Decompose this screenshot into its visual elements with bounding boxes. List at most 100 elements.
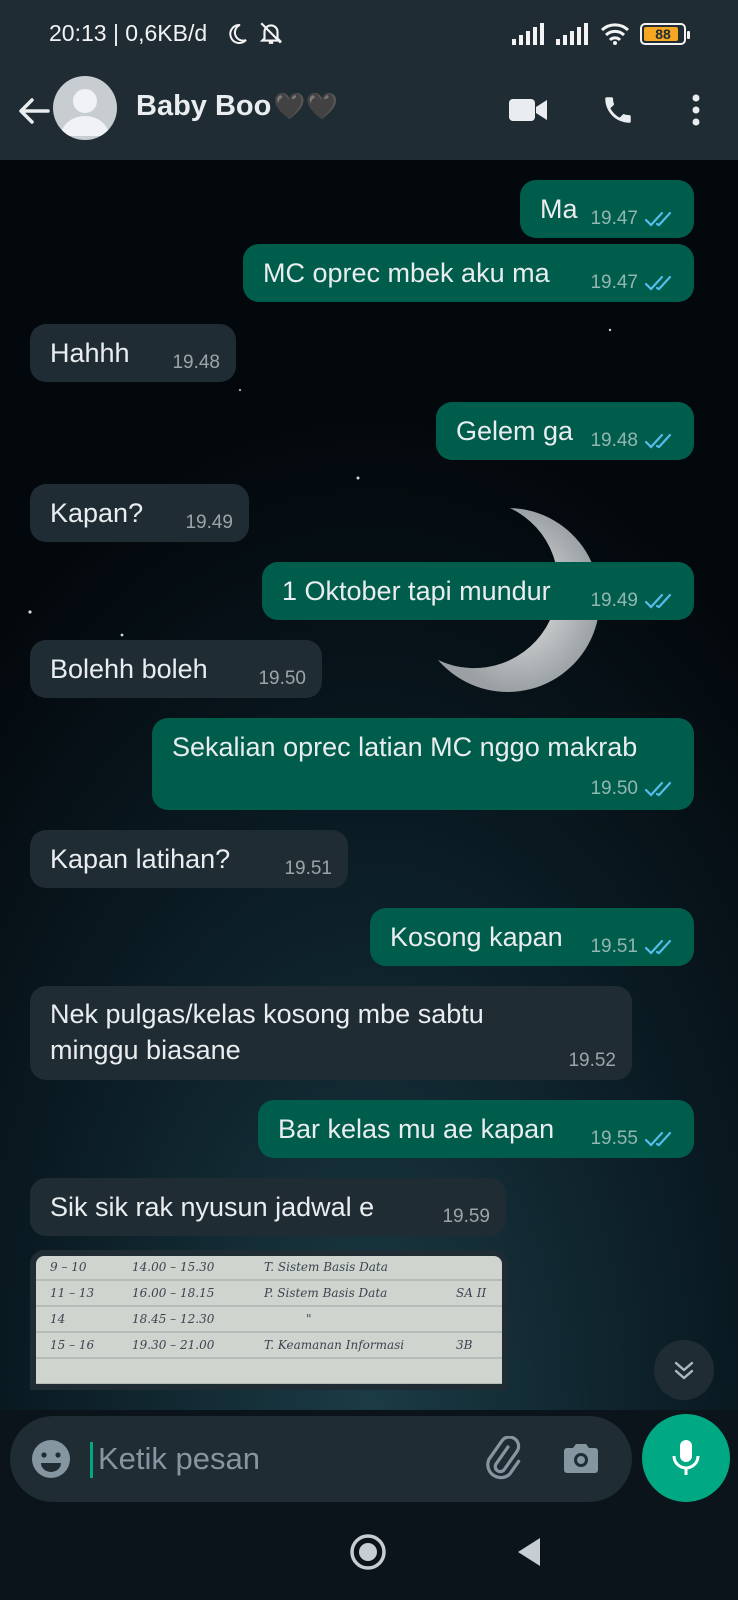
- message-bubble-incoming[interactable]: Hahhh 19.48: [30, 324, 236, 382]
- message-meta: 19.50: [590, 778, 678, 800]
- home-button-icon[interactable]: [348, 1532, 388, 1572]
- message-text: Hahhh: [50, 338, 130, 368]
- read-ticks-icon: [644, 211, 672, 227]
- read-ticks-icon: [644, 781, 672, 797]
- signal-icon: [556, 23, 588, 45]
- schedule-row: 14 18.45 – 12.30 ": [36, 1306, 502, 1330]
- message-text: Kapan?: [50, 498, 144, 528]
- microphone-icon: [672, 1440, 700, 1475]
- message-meta: 19.55: [590, 1128, 678, 1150]
- message-text: Kosong kapan: [390, 922, 563, 952]
- message-time: 19.52: [568, 1050, 616, 1071]
- nav-back-icon[interactable]: [512, 1534, 548, 1570]
- attachment-icon[interactable]: [480, 1436, 526, 1482]
- message-text: Gelem ga: [456, 416, 574, 446]
- message-bubble-outgoing[interactable]: 1 Oktober tapi mundur 19.49: [262, 562, 694, 620]
- message-input-pill[interactable]: [10, 1416, 632, 1502]
- read-ticks-icon: [644, 433, 672, 449]
- chat-area[interactable]: Ma 19.47 MC oprec mbek aku ma 19.47 Hahh…: [0, 160, 738, 1410]
- schedule-cell: 9 – 10: [50, 1260, 87, 1274]
- message-bubble-outgoing[interactable]: Sekalian oprec latian MC nggo makrab 19.…: [152, 718, 694, 810]
- read-ticks-icon: [644, 593, 672, 609]
- schedule-row: 11 – 13 16.00 – 18.15 P. Sistem Basis Da…: [36, 1280, 502, 1304]
- read-ticks-icon: [644, 939, 672, 955]
- schedule-cell: 16.00 – 18.15: [132, 1286, 215, 1300]
- message-meta: 19.49: [590, 590, 678, 612]
- image-message[interactable]: 9 – 10 14.00 – 15.30 T. Sistem Basis Dat…: [30, 1250, 508, 1390]
- message-meta: 19.48: [590, 430, 678, 452]
- moon-icon: [229, 23, 247, 44]
- schedule-cell: 15 – 16: [50, 1338, 95, 1352]
- message-time: 19.48: [590, 430, 638, 451]
- status-time: 20:13 | 0,6KB/d: [49, 20, 208, 46]
- contact-name[interactable]: Baby Boo 🖤🖤: [136, 90, 338, 123]
- message-composer: [0, 1410, 738, 1510]
- message-bubble-outgoing[interactable]: MC oprec mbek aku ma 19.47: [243, 244, 694, 302]
- message-meta: 19.51: [590, 936, 678, 958]
- phone-icon[interactable]: [594, 86, 642, 134]
- message-input[interactable]: [98, 1441, 458, 1477]
- status-bar: 20:13 | 0,6KB/d 88: [0, 0, 738, 66]
- message-bubble-outgoing[interactable]: Kosong kapan 19.51: [370, 908, 694, 966]
- camera-icon[interactable]: [558, 1436, 604, 1482]
- read-ticks-icon: [644, 275, 672, 291]
- double-chevron-down-icon: [674, 1361, 694, 1380]
- message-time: 19.55: [590, 1128, 638, 1149]
- message-meta: 19.47: [590, 208, 678, 230]
- message-time: 19.50: [590, 778, 638, 799]
- message-meta: 19.52: [568, 1050, 616, 1072]
- message-text: Sik sik rak nyusun jadwal e: [50, 1192, 375, 1222]
- message-time: 19.50: [258, 668, 306, 689]
- message-time: 19.47: [590, 208, 638, 229]
- text-caret: [90, 1442, 93, 1478]
- schedule-cell: 14.00 – 15.30: [132, 1260, 215, 1274]
- message-text: Bar kelas mu ae kapan: [278, 1114, 555, 1144]
- message-bubble-outgoing[interactable]: Bar kelas mu ae kapan 19.55: [258, 1100, 694, 1158]
- schedule-cell: SA II: [456, 1286, 487, 1300]
- message-text: Kapan latihan?: [50, 844, 231, 874]
- back-arrow-icon[interactable]: [12, 89, 56, 133]
- message-time: 19.48: [172, 352, 220, 373]
- schedule-cell: 14: [50, 1312, 66, 1326]
- system-navigation-bar: [0, 1510, 738, 1600]
- schedule-row: 15 – 16 19.30 – 21.00 T. Keamanan Inform…: [36, 1332, 502, 1356]
- message-text: Ma: [540, 194, 578, 224]
- schedule-cell: 19.30 – 21.00: [132, 1338, 215, 1352]
- more-icon[interactable]: [672, 86, 720, 134]
- message-text: Bolehh boleh: [50, 654, 208, 684]
- message-time: 19.47: [590, 272, 638, 293]
- message-time: 19.51: [590, 936, 638, 957]
- scroll-to-bottom-button[interactable]: [654, 1340, 714, 1400]
- message-meta: 19.50: [258, 668, 306, 690]
- message-time: 19.49: [590, 590, 638, 611]
- message-meta: 19.48: [172, 352, 220, 374]
- message-bubble-incoming[interactable]: Bolehh boleh 19.50: [30, 640, 322, 698]
- schedule-cell: 3B: [456, 1338, 473, 1352]
- emoji-icon[interactable]: [28, 1436, 74, 1482]
- status-icons: 88: [512, 22, 690, 46]
- message-text: Sekalian oprec latian MC nggo makrab: [172, 732, 638, 762]
- message-meta: 19.59: [442, 1206, 490, 1228]
- message-bubble-incoming[interactable]: Sik sik rak nyusun jadwal e 19.59: [30, 1178, 506, 1236]
- message-bubble-outgoing[interactable]: Gelem ga 19.48: [436, 402, 694, 460]
- read-ticks-icon: [644, 1131, 672, 1147]
- schedule-photo: 9 – 10 14.00 – 15.30 T. Sistem Basis Dat…: [36, 1256, 502, 1384]
- schedule-cell: 11 – 13: [50, 1286, 95, 1300]
- video-call-icon[interactable]: [504, 86, 552, 134]
- message-text: 1 Oktober tapi mundur: [282, 576, 551, 606]
- message-text: MC oprec mbek aku ma: [263, 258, 550, 288]
- microphone-button[interactable]: [642, 1414, 730, 1502]
- battery-level: 88: [655, 26, 671, 42]
- message-bubble-incoming[interactable]: Kapan latihan? 19.51: [30, 830, 348, 888]
- message-bubble-incoming[interactable]: Nek pulgas/kelas kosong mbe sabtu minggu…: [30, 986, 632, 1080]
- message-text: Nek pulgas/kelas kosong mbe sabtu minggu…: [50, 999, 484, 1065]
- contact-name-emoji: 🖤🖤: [273, 91, 339, 121]
- schedule-cell: T. Sistem Basis Data: [264, 1260, 388, 1274]
- avatar[interactable]: [53, 76, 117, 140]
- schedule-cell: ": [306, 1312, 312, 1326]
- message-bubble-incoming[interactable]: Kapan? 19.49: [30, 484, 249, 542]
- schedule-cell: P. Sistem Basis Data: [264, 1286, 388, 1300]
- battery-icon: 88: [640, 23, 690, 45]
- message-bubble-outgoing[interactable]: Ma 19.47: [520, 180, 694, 238]
- signal-icon: [512, 23, 544, 45]
